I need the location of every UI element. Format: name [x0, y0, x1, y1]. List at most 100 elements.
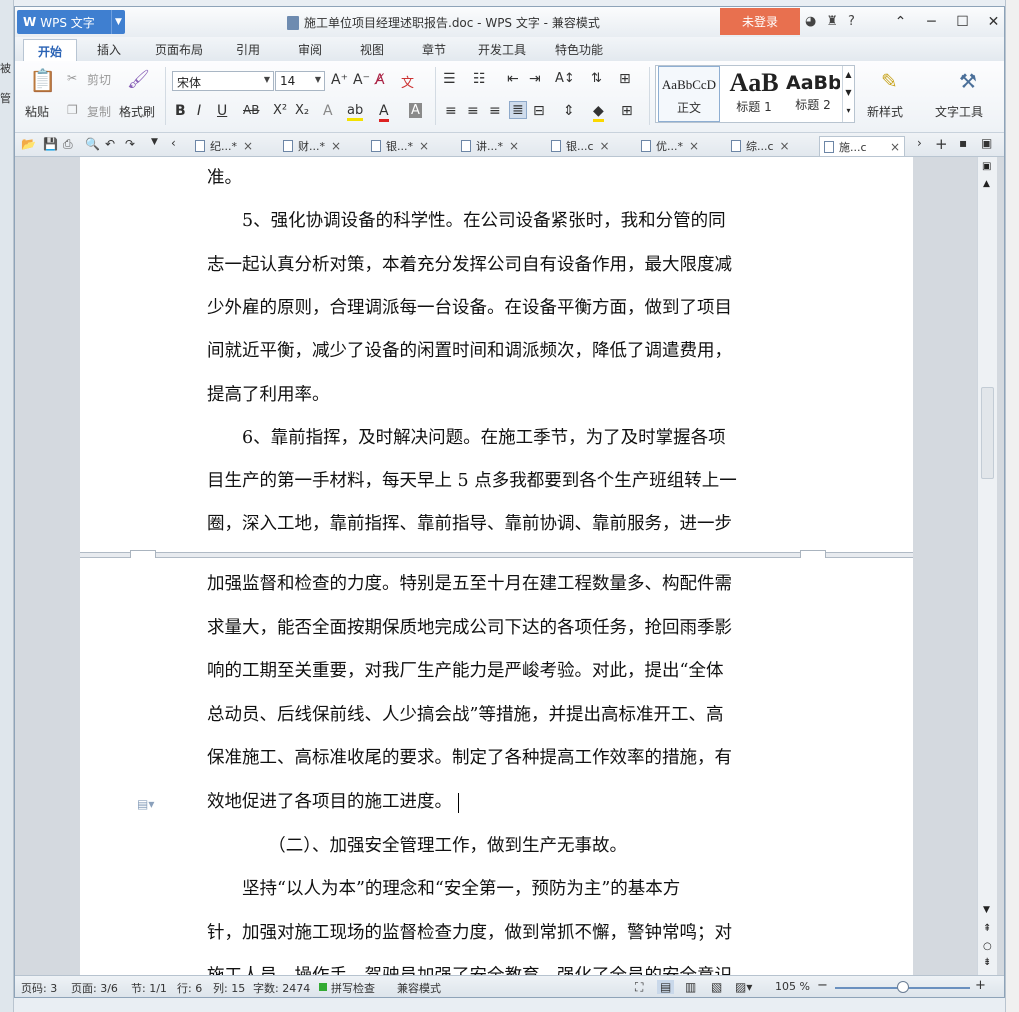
sort-icon[interactable]: ⇅	[591, 71, 602, 86]
numbered-list-icon[interactable]: ☷	[473, 71, 486, 87]
tab-special-features[interactable]: 特色功能	[555, 41, 603, 58]
highlight-icon[interactable]: ab	[347, 103, 364, 121]
close-tab-icon[interactable]: ×	[779, 139, 789, 153]
tab-insert[interactable]: 插入	[97, 41, 121, 58]
clear-format-icon[interactable]: A̸	[375, 72, 385, 88]
styles-scroll[interactable]: ▲ ▼ ▾	[842, 66, 854, 122]
scroll-up-icon[interactable]: ▲	[983, 179, 990, 189]
brush-icon[interactable]: 🖌	[127, 69, 150, 90]
distributed-icon[interactable]: ⊟	[533, 103, 545, 119]
format-painter-button[interactable]: 格式刷	[119, 103, 155, 120]
doc-tab-5[interactable]: 银...c ×	[551, 136, 610, 156]
style-heading-1[interactable]: AaB 标题 1	[722, 66, 786, 122]
status-spell-check[interactable]: 拼写检查	[331, 980, 375, 996]
print-icon[interactable]: ⎙	[63, 137, 73, 152]
style-normal[interactable]: AaBbCcD 正文	[658, 66, 720, 122]
bold-icon[interactable]: B	[175, 103, 186, 119]
align-center-icon[interactable]: ≡	[467, 103, 479, 119]
collapse-ribbon-icon[interactable]: ⌃	[885, 10, 916, 34]
superscript-icon[interactable]: X²	[273, 103, 287, 118]
italic-icon[interactable]: I	[197, 103, 201, 119]
tab-chapter[interactable]: 章节	[422, 41, 446, 58]
cut-button[interactable]: 剪切	[87, 71, 111, 88]
close-tab-icon[interactable]: ×	[509, 139, 519, 153]
scroll-thumb[interactable]	[981, 387, 994, 479]
doc-tab-7[interactable]: 综...c ×	[731, 136, 790, 156]
quick-access-dropdown-icon[interactable]: ▼	[151, 137, 158, 147]
new-tab-icon[interactable]: +	[935, 135, 948, 153]
previous-page-icon[interactable]: ⇞	[983, 923, 991, 934]
next-page-icon[interactable]: ⇟	[983, 957, 991, 968]
new-style-button[interactable]: 新样式	[867, 103, 903, 120]
tab-list-icon[interactable]: ▪	[959, 136, 967, 150]
zoom-in-icon[interactable]: +	[975, 978, 986, 993]
print-preview-icon[interactable]: 🔍	[85, 137, 100, 151]
close-tab-icon[interactable]: ×	[890, 140, 900, 154]
doc-tab-6[interactable]: 优...* ×	[641, 136, 699, 156]
outline-view-icon[interactable]: ▥	[685, 980, 696, 994]
text-tools-icon[interactable]: ⚒	[959, 69, 977, 93]
font-name-select[interactable]: 宋体 ▼	[172, 71, 274, 91]
tab-developer[interactable]: 开发工具	[478, 41, 526, 58]
maximize-button[interactable]: ☐	[947, 10, 978, 34]
shading-icon[interactable]: ◆	[593, 103, 604, 122]
close-tab-icon[interactable]: ×	[419, 139, 429, 153]
phonetic-icon[interactable]: 文	[401, 72, 414, 91]
tab-home[interactable]: 开始	[23, 39, 78, 61]
doc-tab-active[interactable]: 施...c ×	[819, 136, 905, 156]
split-icon[interactable]: ▣	[982, 161, 991, 172]
borders-icon[interactable]: ⊞	[621, 103, 633, 119]
new-style-icon[interactable]: ✎	[881, 69, 898, 93]
line-spacing-icon[interactable]: ⇕	[563, 103, 575, 119]
doc-tab-3[interactable]: 银...* ×	[371, 136, 429, 156]
underline-icon[interactable]: U	[217, 103, 227, 119]
close-tab-icon[interactable]: ×	[243, 139, 253, 153]
select-browse-object-icon[interactable]: ○	[983, 941, 992, 952]
decrease-indent-icon[interactable]: ⇤	[507, 71, 519, 87]
bullet-list-icon[interactable]: ☰	[443, 71, 456, 87]
doc-tab-2[interactable]: 财...* ×	[283, 136, 341, 156]
table-icon[interactable]: ⊞	[619, 71, 631, 87]
subscript-icon[interactable]: X₂	[295, 103, 309, 118]
undo-icon[interactable]: ↶	[105, 137, 115, 151]
text-effect-icon[interactable]: A	[323, 103, 333, 119]
redo-icon[interactable]: ↷	[125, 137, 135, 151]
doc-tab-1[interactable]: 纪...* ×	[195, 136, 253, 156]
close-tab-icon[interactable]: ×	[331, 139, 341, 153]
align-right-icon[interactable]: ≡	[489, 103, 501, 119]
chevron-down-icon[interactable]: ▼	[111, 10, 125, 34]
tab-references[interactable]: 引用	[236, 41, 260, 58]
paragraph-options-icon[interactable]: ▤▾	[137, 797, 154, 811]
char-shading-icon[interactable]: A	[409, 103, 422, 118]
page-3[interactable]: 准。 5、强化协调设备的科学性。在公司设备紧张时，我和分管的同 志一起认真分析对策…	[80, 157, 913, 552]
paste-button[interactable]: 粘贴	[25, 103, 49, 120]
justify-icon[interactable]: ≣	[509, 101, 527, 119]
font-size-select[interactable]: 14 ▼	[275, 71, 325, 91]
style-heading-2[interactable]: AaBb( 标题 2	[786, 66, 840, 122]
save-icon[interactable]: 💾	[43, 137, 58, 151]
tabs-scroll-right-icon[interactable]: ›	[917, 136, 922, 150]
tabs-scroll-left-icon[interactable]: ‹	[171, 136, 176, 150]
skin-icon[interactable]: ◕	[805, 14, 816, 29]
close-button[interactable]: ✕	[978, 10, 1004, 34]
document-canvas[interactable]: 准。 5、强化协调设备的科学性。在公司设备紧张时，我和分管的同 志一起认真分析对策…	[15, 157, 1004, 986]
doc-tab-4[interactable]: 讲...* ×	[461, 136, 519, 156]
minimize-button[interactable]: ─	[916, 10, 947, 34]
zoom-out-icon[interactable]: −	[817, 978, 828, 993]
shrink-font-icon[interactable]: A⁻	[353, 72, 370, 88]
app-menu-button[interactable]: W WPS 文字 ▼	[17, 10, 125, 34]
tab-options-icon[interactable]: ▣	[981, 136, 992, 150]
shirt-icon[interactable]: ♜	[826, 14, 838, 29]
grow-font-icon[interactable]: A⁺	[331, 72, 348, 88]
tab-view[interactable]: 视图	[360, 41, 384, 58]
strikethrough-icon[interactable]: AB	[243, 103, 259, 117]
close-tab-icon[interactable]: ×	[599, 139, 609, 153]
font-color-icon[interactable]: A	[379, 103, 389, 122]
increase-indent-icon[interactable]: ⇥	[529, 71, 541, 87]
login-button[interactable]: 未登录	[720, 8, 800, 35]
page-4[interactable]: 加强监督和检查的力度。特别是五至十月在建工程数量多、构配件需 求量大，能否全面按期…	[80, 558, 913, 986]
vertical-scrollbar[interactable]: ▣ ▲ ▼ ⇞ ○ ⇟	[977, 157, 997, 975]
web-view-icon[interactable]: ▧	[711, 980, 722, 994]
tab-page-layout[interactable]: 页面布局	[155, 41, 203, 58]
zoom-percent[interactable]: 105 %	[775, 980, 810, 993]
